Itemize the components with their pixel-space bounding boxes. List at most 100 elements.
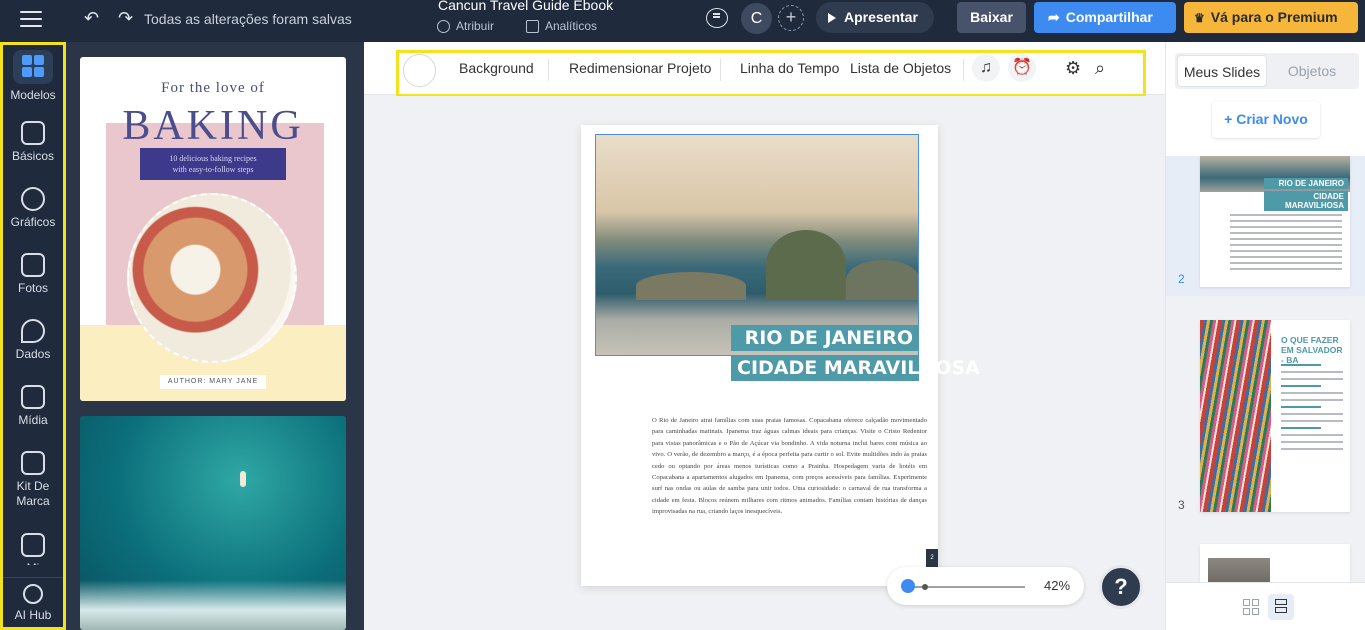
share-label: Compartilhar [1065,9,1153,25]
slide-row-4[interactable] [1166,544,1365,582]
nav-label: Mi [3,561,63,565]
hamburger-menu-icon[interactable] [20,11,42,27]
present-label: Apresentar [844,9,918,25]
template-card-ocean[interactable] [80,416,346,630]
tab-objects[interactable]: Objetos [1267,55,1357,87]
grid-view-icon[interactable] [1238,594,1264,620]
nav-item-data[interactable]: Dados [3,319,63,362]
avatar[interactable]: C [741,3,772,34]
nav-item-graphics[interactable]: Gráficos [3,187,63,230]
crown-icon: ♛ [1194,11,1205,25]
slide-row-3[interactable]: 3 O QUE FAZER EM SALVADOR - BA [1166,318,1365,518]
canvas-area: RIO DE JANEIRO CIDADE MARAVILHOSA O Rio … [364,96,1165,630]
slide-page[interactable]: RIO DE JANEIRO CIDADE MARAVILHOSA O Rio … [581,125,980,586]
help-button[interactable]: ? [1099,565,1143,609]
add-music-icon[interactable]: ♫ [972,54,1000,82]
share-icon: ➦ [1048,9,1060,25]
nav-label: Fotos [17,281,48,295]
photos-icon [21,253,45,277]
template-subtitle-line: with easy-to-follow steps [172,165,254,174]
background-color-swatch[interactable] [403,54,436,87]
analytics-icon [526,19,539,33]
nav-item-photos[interactable]: Fotos [3,253,63,296]
settings-gear-icon[interactable]: ⚙ [1065,58,1081,79]
left-nav: Modelos Básicos Gráficos Fotos Dados Míd… [0,42,66,630]
zoom-search-icon[interactable]: ⌕ [1095,58,1105,79]
thumb-caption-1: RIO DE JANEIRO [1264,178,1348,189]
slide-number: 2 [1178,272,1185,286]
caption-line-1[interactable]: RIO DE JANEIRO [731,325,919,351]
assign-link[interactable]: Atribuir [437,19,494,33]
add-collaborator-icon[interactable]: + [778,5,804,31]
slide-thumbnail[interactable]: O QUE FAZER EM SALVADOR - BA [1200,320,1350,512]
brand-kit-icon [21,451,45,475]
template-eyebrow: For the love of [161,80,265,96]
assign-label: Atribuir [456,19,495,33]
text-icon [21,121,45,145]
ribbons-image [1200,320,1271,512]
pie-chart-icon [21,319,45,343]
template-author: AUTHOR: MARY JANE [160,375,266,389]
media-icon [21,385,45,409]
save-status: Todas as alterações foram salvas [144,11,352,27]
nav-item-templates[interactable]: Modelos [3,50,63,103]
assign-icon [437,19,450,33]
alarm-clock-icon[interactable]: ⏰ [1008,54,1036,82]
premium-button[interactable]: ♛ Vá para o Premium [1184,2,1358,33]
create-new-button[interactable]: + Criar Novo [1212,101,1320,138]
timeline-button[interactable]: Linha do Tempo [740,60,839,76]
boat-image [240,471,246,487]
analytics-label: Analíticos [545,19,598,33]
nav-item-basics[interactable]: Básicos [3,121,63,164]
nav-label: Gráficos [10,215,56,229]
nav-item-media[interactable]: Mídia [3,385,63,428]
present-button[interactable]: Apresentar [816,2,934,33]
comments-icon[interactable] [706,8,728,28]
slide-thumbnail[interactable] [1200,544,1350,582]
page-number-tag: 2 [926,549,938,567]
slides-tabs: Meus Slides Objetos [1175,53,1359,89]
caption-line-2[interactable]: CIDADE MARAVILHOSA [731,355,980,381]
object-list-button[interactable]: Lista de Objetos [850,60,951,76]
rio-photo[interactable] [595,134,919,356]
graphics-icon [21,187,45,211]
background-button[interactable]: Background [459,60,534,76]
nav-item-brand-kit[interactable]: Kit De Marca [3,451,63,509]
nav-item-my-files[interactable]: Mi [3,533,63,565]
nav-label: Kit De Marca [16,479,50,508]
zoom-slider-handle[interactable] [901,579,915,593]
slide-number: 3 [1178,498,1185,512]
analytics-link[interactable]: Analíticos [526,19,597,33]
thumb-title: O QUE FAZER EM SALVADOR - BA [1281,335,1343,365]
thumb-caption-2: CIDADE MARAVILHOSA [1264,191,1348,211]
slide-thumbnail[interactable]: RIO DE JANEIRO CIDADE MARAVILHOSA [1200,156,1350,287]
undo-icon[interactable]: ↶ [84,8,99,29]
nav-label: Dados [15,347,51,361]
slide-list: 2 RIO DE JANEIRO CIDADE MARAVILHOSA 3 O … [1166,156,1365,582]
template-subtitle: 10 delicious baking recipes with easy-to… [140,148,286,180]
download-button[interactable]: Baixar [957,2,1026,33]
editor-toolbar: Background Redimensionar Projeto Linha d… [364,42,1165,97]
body-text[interactable]: O Rio de Janeiro atrai famílias com suas… [652,415,927,518]
redo-icon[interactable]: ↷ [118,8,133,29]
resize-project-button[interactable]: Redimensionar Projeto [569,60,711,76]
sparkle-icon [23,584,43,604]
template-food-image [127,193,297,363]
top-bar: ↶ ↷ Todas as alterações foram salvas Can… [0,0,1365,42]
nav-label: Básicos [11,149,55,163]
templates-grid-icon [22,55,44,77]
document-title[interactable]: Cancun Travel Guide Ebook [438,0,613,13]
nav-label: Mídia [18,413,48,427]
template-card-baking[interactable]: For the love of BAKING 10 delicious baki… [80,57,346,401]
template-title: BAKING [122,103,304,149]
nav-label: AI Hub [14,608,52,622]
tab-my-slides[interactable]: Meus Slides [1177,55,1267,87]
list-view-icon[interactable] [1268,594,1294,620]
slides-footer [1166,582,1365,630]
template-subtitle-line: 10 delicious baking recipes [169,154,257,163]
play-icon [828,12,836,23]
slides-panel: Meus Slides Objetos + Criar Novo 2 RIO D… [1165,42,1365,630]
nav-item-ai-hub[interactable]: AI Hub [3,577,63,623]
slide-row-2[interactable]: 2 RIO DE JANEIRO CIDADE MARAVILHOSA [1166,156,1365,296]
share-button[interactable]: ➦ Compartilhar [1034,2,1176,33]
